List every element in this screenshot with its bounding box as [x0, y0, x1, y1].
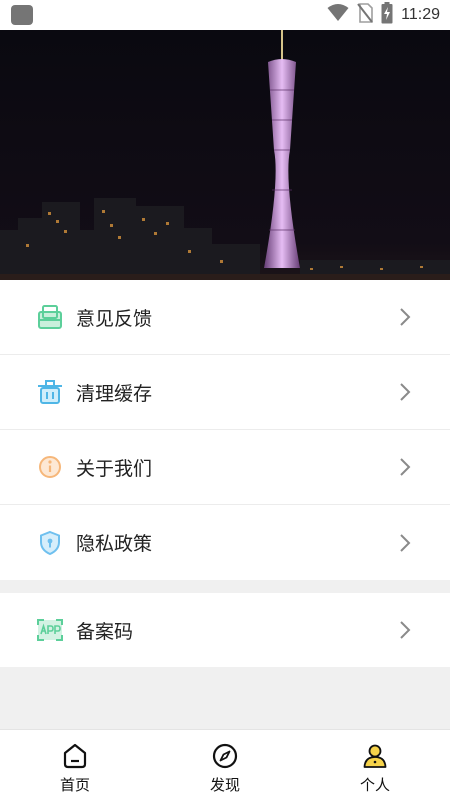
menu-item-feedback[interactable]: 意见反馈: [0, 280, 450, 355]
feedback-icon: [36, 303, 64, 331]
record-menu: 备案码: [0, 593, 450, 667]
menu-item-label: 隐私政策: [76, 533, 153, 555]
tab-label: 首页: [59, 776, 90, 794]
app-notification-icon: [11, 5, 33, 25]
chevron-right-icon: [398, 457, 412, 477]
tab-profile[interactable]: 个人: [300, 730, 450, 800]
menu-item-label: 意见反馈: [76, 307, 153, 330]
tab-discover[interactable]: 发现: [150, 730, 300, 800]
menu-item-clear-cache[interactable]: 清理缓存: [0, 355, 450, 430]
chevron-right-icon: [398, 382, 412, 402]
status-icons: 11:29: [327, 0, 440, 30]
menu-item-about-us[interactable]: 关于我们: [0, 430, 450, 505]
status-bar: 11:29: [0, 0, 450, 30]
home-icon: [61, 742, 89, 770]
chevron-right-icon: [398, 620, 412, 640]
menu-item-label: 备案码: [76, 620, 134, 643]
about-us-icon: [36, 453, 64, 481]
chevron-right-icon: [398, 307, 412, 327]
menu-item-record-code[interactable]: 备案码: [0, 593, 450, 667]
menu-item-label: 关于我们: [76, 457, 153, 480]
compass-icon: [211, 742, 239, 770]
app-record-icon: [36, 616, 64, 644]
no-sim-icon: [357, 3, 373, 27]
settings-menu: 意见反馈 清理缓存 关于我们 隐私政策: [0, 280, 450, 580]
bottom-tab-bar: 首页 发现 个人: [0, 729, 450, 800]
chevron-right-icon: [398, 533, 412, 553]
wifi-icon: [327, 4, 349, 26]
tab-home[interactable]: 首页: [0, 730, 150, 800]
status-time: 11:29: [401, 6, 440, 23]
profile-icon: [361, 742, 389, 770]
tab-label: 发现: [209, 776, 240, 794]
menu-item-privacy-policy[interactable]: 隐私政策: [0, 505, 450, 580]
menu-item-label: 清理缓存: [76, 382, 153, 405]
privacy-shield-icon: [36, 529, 64, 557]
clear-cache-icon: [36, 378, 64, 406]
hero-image: [0, 30, 450, 280]
battery-charging-icon: [381, 2, 393, 28]
tab-label: 个人: [359, 776, 390, 794]
